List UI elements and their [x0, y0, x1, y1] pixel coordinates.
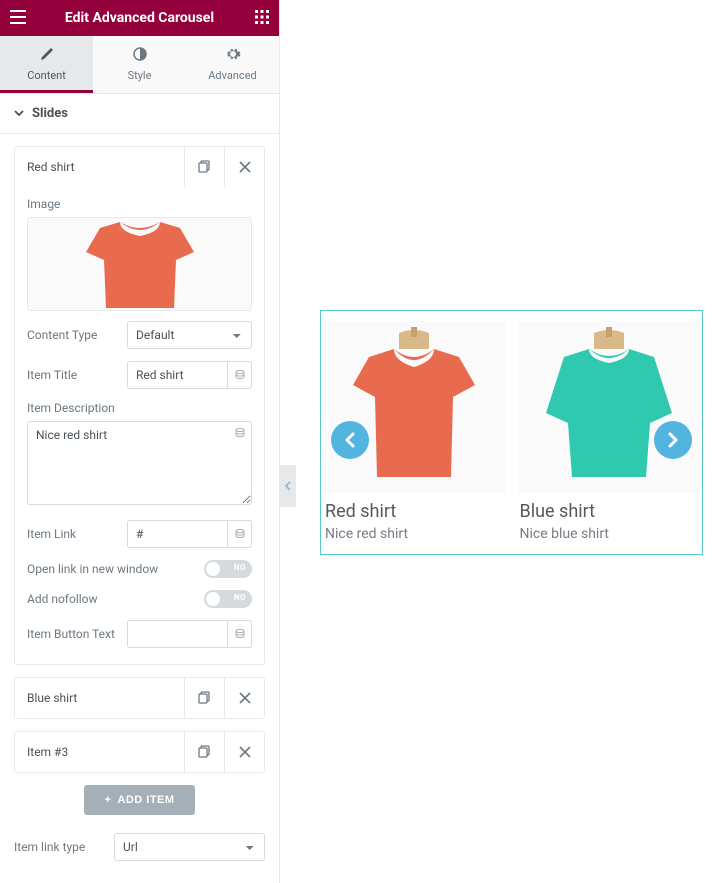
tab-label: Style: [128, 69, 152, 82]
remove-button[interactable]: [224, 678, 264, 718]
field-label: Content Type: [27, 328, 127, 342]
repeater-item-toggle[interactable]: Red shirt: [15, 147, 184, 187]
preview-area: Red shirt Nice red shirt Blue shirt Nice…: [280, 0, 717, 883]
carousel-widget[interactable]: Red shirt Nice red shirt Blue shirt Nice…: [320, 310, 703, 555]
remove-button[interactable]: [224, 732, 264, 772]
repeater-item-header: Red shirt: [15, 147, 264, 187]
panel-title: Edit Advanced Carousel: [30, 10, 249, 26]
contrast-icon: [93, 46, 186, 65]
dynamic-tags-button[interactable]: [228, 520, 252, 548]
item-link-input[interactable]: [127, 520, 228, 548]
toggle-state-label: NO: [234, 593, 246, 602]
slide-description: Nice blue shirt: [518, 526, 701, 542]
panel-header: Edit Advanced Carousel: [0, 0, 279, 36]
carousel-prev-button[interactable]: [331, 421, 369, 459]
panel-body: Red shirt Image: [0, 134, 279, 883]
field-label: Item Link: [27, 527, 127, 541]
slide-image: [518, 321, 701, 493]
toggle-knob: [206, 592, 220, 606]
add-nofollow-toggle[interactable]: NO: [204, 590, 252, 608]
dynamic-tags-button[interactable]: [234, 427, 246, 442]
slide-title: Red shirt: [323, 501, 506, 522]
repeater-item-toggle[interactable]: Item #3: [15, 732, 184, 772]
duplicate-button[interactable]: [184, 678, 224, 718]
slide-description: Nice red shirt: [323, 526, 506, 542]
toggle-state-label: NO: [234, 563, 246, 572]
field-label: Item Description: [27, 401, 252, 415]
tab-style[interactable]: Style: [93, 36, 186, 93]
item-link-type-select[interactable]: Url: [114, 833, 265, 861]
content-type-select[interactable]: Default: [127, 321, 252, 349]
field-label: Item Button Text: [27, 627, 127, 641]
caret-down-icon: [14, 107, 24, 121]
tab-label: Content: [27, 69, 66, 82]
repeater-item: Red shirt Image: [14, 146, 265, 665]
dynamic-tags-button[interactable]: [228, 620, 252, 648]
repeater-item-header: Blue shirt: [15, 678, 264, 718]
tab-label: Advanced: [208, 69, 256, 82]
repeater-item-body: Image Content Type Default: [15, 187, 264, 664]
collapse-panel-button[interactable]: [280, 465, 296, 507]
toggle-knob: [206, 562, 220, 576]
slide-title: Blue shirt: [518, 501, 701, 522]
panel-tabs: Content Style Advanced: [0, 36, 279, 94]
item-description-textarea[interactable]: [27, 421, 252, 505]
add-item-label: ADD ITEM: [117, 794, 174, 806]
plus-icon: +: [104, 794, 111, 806]
repeater-item: Blue shirt: [14, 677, 265, 719]
apps-grid-button[interactable]: [249, 10, 269, 27]
slide-image: [323, 321, 506, 493]
field-label: Image: [27, 197, 252, 211]
item-button-text-input[interactable]: [127, 620, 228, 648]
image-thumbnail: [60, 218, 220, 311]
remove-button[interactable]: [224, 147, 264, 187]
section-title: Slides: [32, 106, 68, 121]
open-new-window-toggle[interactable]: NO: [204, 560, 252, 578]
field-label: Item link type: [14, 840, 114, 854]
image-picker[interactable]: [27, 217, 252, 311]
duplicate-button[interactable]: [184, 732, 224, 772]
field-label: Add nofollow: [27, 592, 204, 606]
chevron-right-icon: [667, 432, 679, 448]
carousel-next-button[interactable]: [654, 421, 692, 459]
section-toggle-slides[interactable]: Slides: [0, 94, 279, 134]
gear-icon: [186, 46, 279, 65]
editor-panel: Edit Advanced Carousel Content Style: [0, 0, 280, 883]
repeater-item-header: Item #3: [15, 732, 264, 772]
duplicate-button[interactable]: [184, 147, 224, 187]
item-title-input[interactable]: [127, 361, 228, 389]
repeater-item-toggle[interactable]: Blue shirt: [15, 678, 184, 718]
carousel-track: Red shirt Nice red shirt Blue shirt Nice…: [321, 321, 702, 542]
add-item-button[interactable]: + ADD ITEM: [84, 785, 194, 815]
tab-advanced[interactable]: Advanced: [186, 36, 279, 93]
field-label: Open link in new window: [27, 562, 204, 576]
dynamic-tags-button[interactable]: [228, 361, 252, 389]
repeater-item: Item #3: [14, 731, 265, 773]
tab-content[interactable]: Content: [0, 36, 93, 93]
pencil-icon: [0, 46, 93, 65]
chevron-left-icon: [344, 432, 356, 448]
field-label: Item Title: [27, 368, 127, 382]
hamburger-menu-button[interactable]: [10, 10, 30, 27]
